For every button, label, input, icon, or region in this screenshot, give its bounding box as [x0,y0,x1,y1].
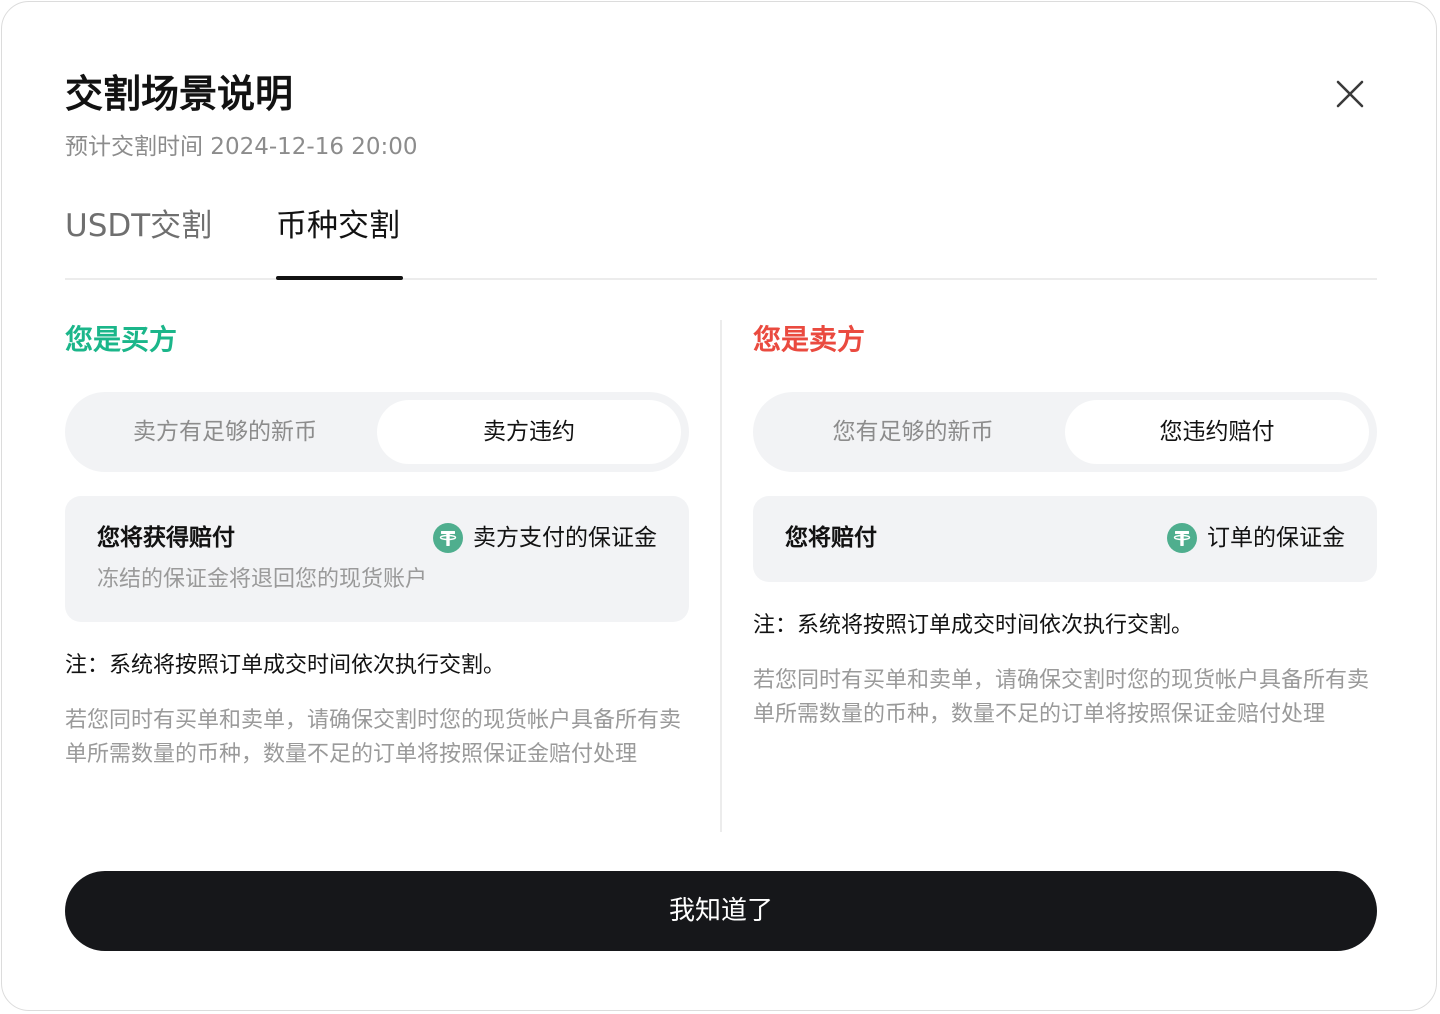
seller-note: 注：系统将按照订单成交时间依次执行交割。 [753,613,1194,638]
close-button[interactable] [1328,72,1372,116]
tab-usdt-delivery[interactable]: USDT交割 [65,198,212,278]
active-tab-indicator [276,276,403,280]
seller-segment-default-compensation[interactable]: 您违约赔付 [1065,400,1369,464]
buyer-column: 您是买方 卖方有足够的新币 卖方违约 您将获得赔付 卖方支付的保证金 冻结的保证… [65,320,689,772]
seller-column: 您是卖方 您有足够的新币 您违约赔付 您将赔付 订单的保证金 注：系统将按照订单… [753,320,1377,732]
buyer-info-value: 卖方支付的保证金 [473,525,657,551]
usdt-icon [433,523,463,553]
buyer-note: 注：系统将按照订单成交时间依次执行交割。 [65,653,506,678]
buyer-note-detail: 若您同时有买单和卖单，请确保交割时您的现货帐户具备所有卖单所需数量的币种，数量不… [65,708,682,767]
seller-title: 您是卖方 [753,323,866,356]
seller-info-box: 您将赔付 订单的保证金 [753,496,1377,582]
got-it-button[interactable]: 我知道了 [65,871,1377,951]
seller-info-value-group: 订单的保证金 [1167,518,1345,558]
buyer-info-desc: 冻结的保证金将退回您的现货账户 [97,567,428,592]
buyer-scenario-switch: 卖方有足够的新币 卖方违约 [65,392,689,472]
buyer-segment-seller-default[interactable]: 卖方违约 [377,400,681,464]
buyer-title: 您是买方 [65,323,178,356]
delivery-type-tabs: USDT交割 币种交割 [65,198,1377,280]
seller-info-label: 您将赔付 [785,525,877,551]
column-divider [720,320,722,832]
seller-scenario-switch: 您有足够的新币 您违约赔付 [753,392,1377,472]
close-icon [1336,80,1364,108]
buyer-info-value-group: 卖方支付的保证金 [433,518,657,558]
usdt-icon [1167,523,1197,553]
delivery-scenario-dialog: 交割场景说明 预计交割时间 2024-12-16 20:00 USDT交割 币种… [1,1,1437,1011]
buyer-info-label: 您将获得赔付 [97,525,235,551]
seller-segment-has-coin[interactable]: 您有足够的新币 [761,400,1065,464]
tab-coin-delivery[interactable]: 币种交割 [276,198,400,278]
dialog-title: 交割场景说明 [65,72,294,116]
buyer-info-box: 您将获得赔付 卖方支付的保证金 冻结的保证金将退回您的现货账户 [65,496,689,622]
seller-info-value: 订单的保证金 [1207,525,1345,551]
delivery-time-subtitle: 预计交割时间 2024-12-16 20:00 [65,134,418,160]
buyer-segment-seller-has-coin[interactable]: 卖方有足够的新币 [73,400,377,464]
seller-note-detail: 若您同时有买单和卖单，请确保交割时您的现货帐户具备所有卖单所需数量的币种，数量不… [753,668,1370,727]
